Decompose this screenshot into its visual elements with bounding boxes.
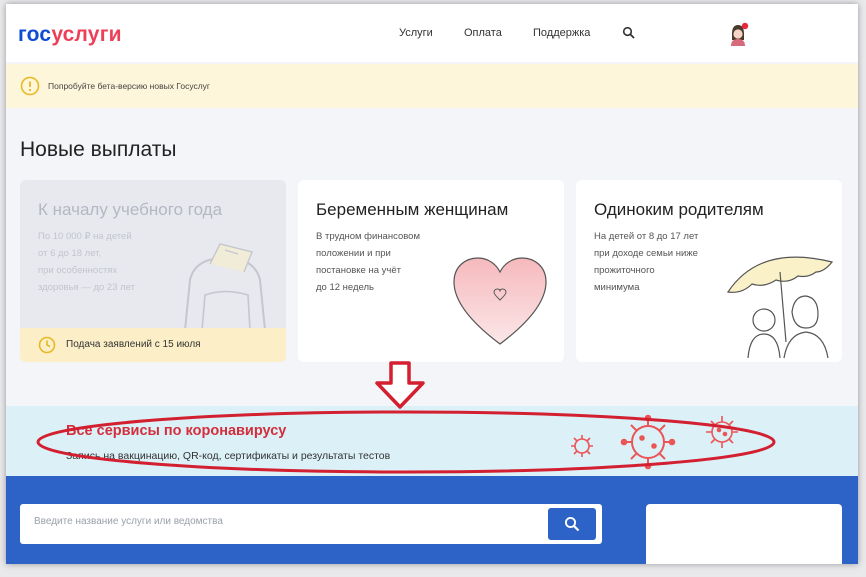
backpack-illustration [184,243,266,330]
card-text: На детей от 8 до 17 лет при доходе семьи… [594,228,739,296]
gosuslugi-page: госуслуги Услуги Оплата Поддержка Попроб… [6,4,858,564]
deadline-badge: Подача заявлений с 15 июля [20,328,286,362]
card-line: положении и при [316,248,391,259]
circle-icon [724,562,774,564]
card-line: постановке на учёт [316,265,401,276]
card-line: минимума [594,282,640,293]
search-input[interactable] [32,515,536,528]
avatar-icon[interactable] [726,22,750,46]
heart-illustration [453,257,547,345]
card-title: Беременным женщинам [316,200,509,219]
deadline-text: Подача заявлений с 15 июля [66,339,201,350]
header: госуслуги Услуги Оплата Поддержка [6,4,858,62]
nav-support[interactable]: Поддержка [533,27,590,39]
card-line: от 6 до 18 лет, [38,248,102,259]
logo-part-uslugi: услуги [51,23,122,46]
card-text: По 10 000 ₽ на детей от 6 до 18 лет, при… [38,228,183,296]
card-line: до 12 недель [316,282,374,293]
card-pregnant-women[interactable]: Беременным женщинам В трудном финансовом… [298,180,564,362]
card-line: По 10 000 ₽ на детей [38,231,132,242]
card-line: при особенностях [38,265,118,276]
card-line: В трудном финансовом [316,231,420,242]
card-line: при доходе семьи ниже [594,248,698,259]
card-title: К началу учебного года [38,200,223,219]
logo-part-gos: гос [18,23,52,46]
nav-services[interactable]: Услуги [399,27,433,39]
search-box [20,504,602,544]
search-section [6,476,858,564]
card-title: Одиноким родителям [594,200,764,219]
notification-dot [741,22,749,30]
section-title: Новые выплаты [20,138,177,161]
clock-icon [38,336,56,354]
umbrella-family-illustration [726,256,834,359]
red-highlight-ellipse [36,410,776,474]
card-line: прожиточного [594,265,655,276]
card-school-year[interactable]: К началу учебного года По 10 000 ₽ на де… [20,180,286,362]
beta-notice[interactable]: Попробуйте бета-версию новых Госуслуг [6,64,858,108]
logo[interactable]: госуслуги [18,23,122,47]
beta-notice-text: Попробуйте бета-версию новых Госуслуг [48,81,211,91]
nav-payment[interactable]: Оплата [464,27,502,39]
search-icon [564,516,580,532]
info-icon [20,76,40,96]
card-line: На детей от 8 до 17 лет [594,231,699,242]
side-card[interactable] [646,504,842,564]
search-icon[interactable] [622,26,636,40]
card-text: В трудном финансовом положении и при пос… [316,228,461,296]
red-arrow-icon [375,361,425,409]
search-button[interactable] [548,508,596,540]
card-line: здоровья — до 23 лет [38,282,135,293]
card-single-parents[interactable]: Одиноким родителям На детей от 8 до 17 л… [576,180,842,362]
